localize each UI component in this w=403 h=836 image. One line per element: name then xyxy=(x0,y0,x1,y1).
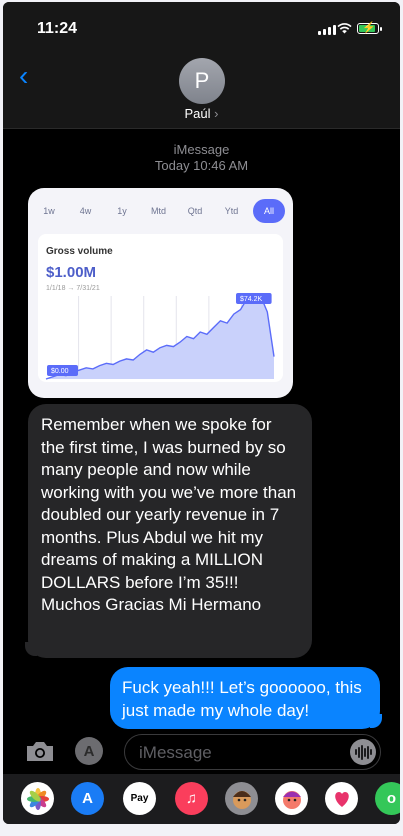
tab-mtd: Mtd xyxy=(150,206,166,216)
screenshot-attachment[interactable]: 1w 4w 1y Mtd Qtd Ytd All Gross volume $1… xyxy=(28,188,293,398)
gross-volume-panel: Gross volume $1.00M 1/1/18 → 7/31/21 $74… xyxy=(38,234,283,382)
tab-all: All xyxy=(253,199,285,223)
iphone-screen: 11:24 ⚡ ‹ P Paúl › iMessage Today 10:46 … xyxy=(3,2,400,824)
tab-4w: 4w xyxy=(79,206,92,216)
tab-ytd: Ytd xyxy=(224,206,239,216)
cellular-signal-icon xyxy=(318,25,336,35)
message-input[interactable]: iMessage xyxy=(124,734,381,770)
outgoing-message-bubble[interactable]: Fuck yeah!!! Let’s goooooo, this just ma… xyxy=(110,667,380,729)
tab-1y: 1y xyxy=(117,206,127,216)
audio-message-icon[interactable] xyxy=(350,739,376,765)
chart-peak-label: $74.2K xyxy=(236,293,272,304)
service-label: iMessage xyxy=(173,142,230,157)
more-apps-icon[interactable]: o xyxy=(375,782,400,815)
back-chevron-icon[interactable]: ‹ xyxy=(19,62,28,90)
contact-chevron-icon: › xyxy=(214,106,219,121)
contact-avatar[interactable]: P xyxy=(179,58,225,104)
apple-pay-icon[interactable]: Pay xyxy=(123,782,156,815)
gross-volume-chart: $74.2K $0.00 xyxy=(45,293,275,380)
svg-text:$0.00: $0.00 xyxy=(51,368,69,375)
app-drawer: A Pay ♫ o xyxy=(3,774,400,824)
app-store-button-icon[interactable]: A xyxy=(75,737,103,765)
outgoing-bubble-tail xyxy=(370,714,382,728)
app-store-icon[interactable]: A xyxy=(71,782,104,815)
chart-area xyxy=(46,296,274,379)
incoming-bubble-tail xyxy=(25,642,37,656)
incoming-message-bubble[interactable]: Remember when we spoke for the first tim… xyxy=(28,404,312,658)
photos-app-icon[interactable] xyxy=(21,782,54,815)
camera-icon[interactable] xyxy=(25,740,55,762)
memoji-icon[interactable] xyxy=(225,782,258,815)
composer-bar: A iMessage xyxy=(3,732,400,772)
timestamp-label: Today 10:46 AM xyxy=(154,158,249,173)
status-time: 11:24 xyxy=(37,20,78,37)
thread-timestamp: iMessage Today 10:46 AM xyxy=(3,142,400,174)
tab-1w: 1w xyxy=(43,206,55,216)
wifi-icon xyxy=(337,23,352,34)
music-icon[interactable]: ♫ xyxy=(175,782,208,815)
incoming-message-text: Remember when we spoke for the first tim… xyxy=(41,415,297,614)
digital-touch-icon[interactable] xyxy=(325,782,358,815)
avatar-initial: P xyxy=(194,68,210,93)
contact-name-button[interactable]: Paúl › xyxy=(3,106,400,121)
range-tabs: 1w 4w 1y Mtd Qtd Ytd All xyxy=(34,198,285,224)
tab-qtd: Qtd xyxy=(187,206,203,216)
chart-start-label: $0.00 xyxy=(47,365,78,376)
status-bar: 11:24 ⚡ xyxy=(3,2,400,54)
outgoing-message-text: Fuck yeah!!! Let’s goooooo, this just ma… xyxy=(122,678,362,720)
memoji-stickers-icon[interactable] xyxy=(275,782,308,815)
battery-charging-icon: ⚡ xyxy=(357,22,382,34)
apple-pay-label: Pay xyxy=(130,793,149,804)
conversation-header: ‹ P Paúl › xyxy=(3,54,400,129)
message-input-placeholder: iMessage xyxy=(139,743,212,762)
svg-text:$74.2K: $74.2K xyxy=(240,296,263,303)
contact-name: Paúl xyxy=(184,106,211,121)
